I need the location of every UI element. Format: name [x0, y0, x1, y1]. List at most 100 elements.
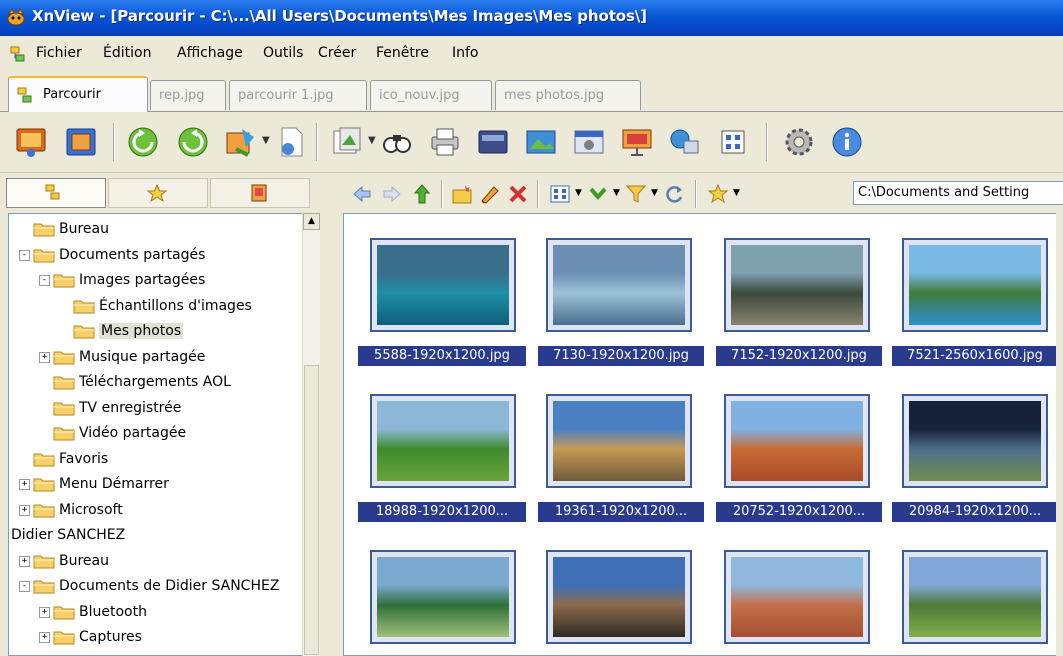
browser-menu-icon[interactable]: [10, 46, 30, 64]
delete-icon[interactable]: [507, 183, 529, 205]
scroll-thumb[interactable]: [304, 365, 319, 655]
thumbnail[interactable]: [546, 550, 692, 644]
expand-icon[interactable]: +: [19, 504, 30, 516]
xnview-app-icon[interactable]: [6, 8, 26, 26]
scroll-up-button[interactable]: ▲: [303, 213, 320, 230]
thumbnail[interactable]: [546, 238, 692, 332]
tree-node[interactable]: - Documents partagés: [9, 244, 309, 266]
rotate-left-icon[interactable]: [126, 125, 160, 159]
thumbnail-caption[interactable]: 18988-1920x1200...: [358, 502, 526, 522]
web-icon[interactable]: [524, 125, 558, 159]
tree-node[interactable]: + Captures: [9, 626, 309, 648]
menu-fichier[interactable]: Fichier: [36, 45, 82, 61]
batch-icon[interactable]: [330, 125, 364, 159]
view-mode-dropdown-icon[interactable]: ▼: [575, 188, 582, 198]
collapse-icon[interactable]: -: [19, 581, 30, 592]
new-document-icon[interactable]: [274, 125, 308, 159]
convert-dropdown-icon[interactable]: ▼: [262, 135, 270, 146]
tree-node[interactable]: Téléchargements AOL: [9, 371, 309, 393]
tree-node[interactable]: Échantillons d'images: [9, 295, 309, 317]
expand-icon[interactable]: +: [19, 479, 30, 490]
filter-dropdown-icon[interactable]: ▼: [651, 188, 658, 198]
capture-icon[interactable]: [572, 125, 606, 159]
back-arrow-icon[interactable]: [351, 183, 373, 205]
slideshow-create-icon[interactable]: [620, 125, 654, 159]
tab-parcourir[interactable]: Parcourir: [8, 76, 148, 112]
tab-ico-nouv-jpg[interactable]: ico_nouv.jpg: [370, 80, 492, 110]
tree-node[interactable]: TV enregistrée: [9, 397, 309, 419]
thumbnail-caption[interactable]: 20752-1920x1200...: [716, 502, 882, 522]
tree-node[interactable]: + Bureau: [9, 550, 309, 572]
collapse-icon[interactable]: -: [39, 275, 50, 286]
menu-edition[interactable]: Édition: [103, 45, 151, 61]
thumbnail[interactable]: [724, 394, 870, 488]
expand-icon[interactable]: +: [39, 606, 50, 618]
thumbnail[interactable]: [546, 394, 692, 488]
filter-icon[interactable]: [625, 183, 647, 205]
rotate-right-icon[interactable]: [176, 125, 210, 159]
path-input[interactable]: C:\Documents and Setting: [853, 181, 1063, 205]
tree-node[interactable]: + Microsoft: [9, 499, 309, 521]
tree-node[interactable]: - Images partagées: [9, 269, 309, 291]
tree-node[interactable]: Mes photos: [9, 320, 309, 342]
menu-info[interactable]: Info: [452, 45, 479, 61]
thumbnail[interactable]: [902, 550, 1048, 644]
tree-node[interactable]: + Musique partagée: [9, 346, 309, 368]
forward-arrow-icon[interactable]: [381, 183, 403, 205]
thumbnail[interactable]: [902, 394, 1048, 488]
thumbnail-caption[interactable]: 7521-2560x1600.jpg: [892, 346, 1058, 366]
thumbnail-caption[interactable]: 5588-1920x1200.jpg: [358, 346, 526, 366]
menu-fenetre[interactable]: Fenêtre: [376, 45, 429, 61]
tree-scrollbar[interactable]: ▲: [302, 213, 320, 656]
tree-node[interactable]: + Bluetooth: [9, 601, 309, 623]
tree-node[interactable]: Bureau: [9, 218, 309, 240]
thumbnail[interactable]: [370, 238, 516, 332]
scanner-icon[interactable]: [476, 125, 510, 159]
expand-icon[interactable]: +: [39, 351, 50, 363]
network-icon[interactable]: [668, 125, 702, 159]
thumbnail[interactable]: [370, 550, 516, 644]
search-icon[interactable]: [380, 125, 414, 159]
collapse-icon[interactable]: -: [19, 249, 30, 261]
rename-icon[interactable]: [479, 183, 501, 205]
expand-icon[interactable]: +: [19, 555, 30, 567]
tab-parcourir-1-jpg[interactable]: parcourir 1.jpg: [229, 80, 367, 110]
print-icon[interactable]: [428, 125, 462, 159]
thumbnail-scrollbar[interactable]: [1056, 213, 1063, 656]
menu-creer[interactable]: Créer: [318, 45, 356, 61]
tree-node[interactable]: - Documents de Didier SANCHEZ: [9, 575, 309, 597]
tab-favorites[interactable]: [108, 178, 208, 208]
thumbnail-caption[interactable]: 7130-1920x1200.jpg: [538, 346, 704, 366]
refresh-icon[interactable]: [663, 183, 685, 205]
thumbnail-caption[interactable]: 19361-1920x1200...: [538, 502, 704, 522]
tree-node[interactable]: + Menu Démarrer: [9, 473, 309, 495]
fullscreen-icon[interactable]: [64, 125, 98, 159]
menu-outils[interactable]: Outils: [263, 45, 303, 61]
settings-icon[interactable]: [782, 125, 816, 159]
thumbnail-caption[interactable]: 7152-1920x1200.jpg: [716, 346, 882, 366]
sort-icon[interactable]: [587, 183, 609, 205]
menu-affichage[interactable]: Affichage: [177, 45, 243, 61]
tree-node[interactable]: Favoris: [9, 448, 309, 470]
thumbnail-caption[interactable]: 20984-1920x1200...: [892, 502, 1058, 522]
new-folder-icon[interactable]: [451, 183, 473, 205]
sort-dropdown-icon[interactable]: ▼: [613, 188, 620, 198]
thumbnail[interactable]: [724, 550, 870, 644]
tab-folders[interactable]: [6, 178, 106, 208]
thumbnail[interactable]: [902, 238, 1048, 332]
tab-mes-photos-jpg[interactable]: mes photos.jpg: [495, 80, 641, 110]
slideshow-icon[interactable]: [14, 125, 48, 159]
thumbnail[interactable]: [370, 394, 516, 488]
contact-sheet-icon[interactable]: [716, 125, 750, 159]
batch-dropdown-icon[interactable]: ▼: [368, 135, 376, 146]
expand-icon[interactable]: +: [39, 632, 50, 643]
info-icon[interactable]: [830, 125, 864, 159]
favorites-dropdown-icon[interactable]: ▼: [733, 188, 740, 198]
thumbnail[interactable]: [724, 238, 870, 332]
tree-node[interactable]: Vidéo partagée: [9, 422, 309, 444]
convert-icon[interactable]: [224, 125, 258, 159]
favorites-star-icon[interactable]: [707, 183, 729, 205]
view-mode-icon[interactable]: [549, 183, 571, 205]
up-folder-icon[interactable]: [411, 183, 433, 205]
tree-node[interactable]: Didier SANCHEZ: [9, 524, 309, 546]
